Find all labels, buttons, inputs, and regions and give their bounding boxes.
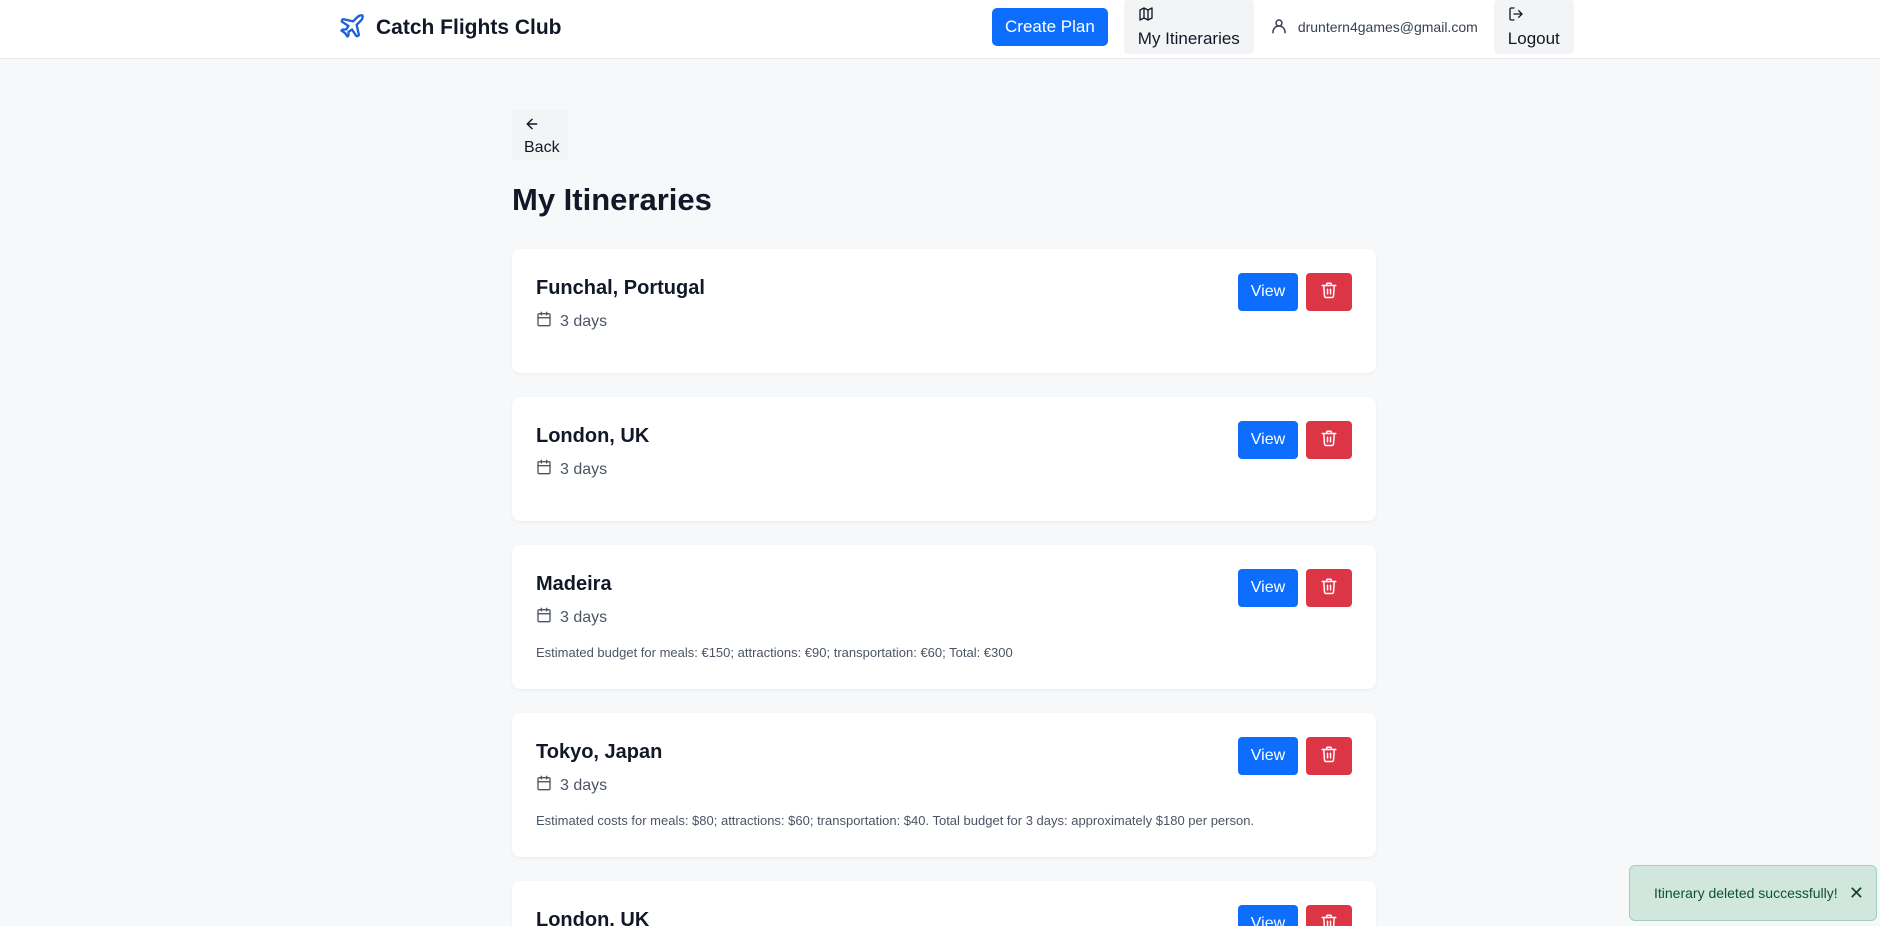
itinerary-title: London, UK [536, 425, 650, 447]
logout-button[interactable]: Logout [1493, 0, 1574, 54]
arrow-left-icon [524, 116, 540, 139]
logout-icon [1508, 6, 1524, 29]
user-icon [1270, 17, 1288, 38]
itinerary-card: London, UK View [512, 881, 1376, 926]
itinerary-card: Funchal, Portugal 3 days View [512, 249, 1376, 373]
itinerary-duration-text: 3 days [560, 776, 608, 794]
create-plan-button[interactable]: Create Plan [992, 8, 1108, 46]
itinerary-title: Madeira [536, 573, 612, 595]
delete-button[interactable] [1306, 421, 1352, 459]
itinerary-duration: 3 days [536, 459, 607, 480]
itinerary-card: London, UK 3 days View [512, 397, 1376, 521]
calendar-icon [536, 459, 552, 480]
view-button[interactable]: View [1238, 905, 1298, 926]
itinerary-duration-text: 3 days [560, 460, 608, 478]
trash-icon [1320, 429, 1338, 452]
delete-button[interactable] [1306, 737, 1352, 775]
delete-button[interactable] [1306, 273, 1352, 311]
itinerary-title: Funchal, Portugal [536, 277, 705, 299]
view-button[interactable]: View [1238, 421, 1298, 459]
logout-label: Logout [1507, 29, 1560, 48]
page-title: My Itineraries [512, 182, 712, 217]
itinerary-duration: 3 days [536, 775, 607, 796]
itinerary-duration: 3 days [536, 607, 607, 628]
view-button[interactable]: View [1238, 569, 1298, 607]
itinerary-description: Estimated costs for meals: $80; attracti… [536, 813, 1255, 828]
toast-message: Itinerary deleted successfully! [1654, 885, 1838, 901]
delete-button[interactable] [1306, 569, 1352, 607]
itinerary-card: Tokyo, Japan 3 days Estimated costs for … [512, 713, 1376, 857]
itinerary-title: Tokyo, Japan [536, 741, 663, 763]
trash-icon [1320, 913, 1338, 926]
trash-icon [1320, 577, 1338, 600]
calendar-icon [536, 607, 552, 628]
user-info: druntern4games@gmail.com [1270, 0, 1478, 54]
itinerary-duration-text: 3 days [560, 608, 608, 626]
close-icon[interactable]: ✕ [1849, 883, 1864, 904]
nav-my-itineraries[interactable]: My Itineraries [1123, 0, 1254, 54]
trash-icon [1320, 745, 1338, 768]
user-email: druntern4games@gmail.com [1297, 19, 1478, 35]
brand-name: Catch Flights Club [376, 16, 562, 39]
back-button[interactable]: Back [512, 110, 568, 160]
map-icon [1138, 6, 1154, 29]
calendar-icon [536, 311, 552, 332]
view-button[interactable]: View [1238, 273, 1298, 311]
itinerary-description: Estimated budget for meals: €150; attrac… [536, 645, 1013, 660]
nav-actions: Create Plan My Itineraries druntern4game… [992, 0, 1574, 54]
itinerary-card: Madeira 3 days Estimated budget for meal… [512, 545, 1376, 689]
itinerary-duration-text: 3 days [560, 312, 608, 330]
success-toast: Itinerary deleted successfully! ✕ [1629, 865, 1877, 921]
itinerary-title: London, UK [536, 909, 650, 926]
delete-button[interactable] [1306, 905, 1352, 926]
brand-link[interactable]: Catch Flights Club [338, 12, 562, 44]
nav-my-itineraries-label: My Itineraries [1137, 29, 1240, 48]
itinerary-duration: 3 days [536, 311, 607, 332]
back-label: Back [524, 139, 560, 156]
top-navbar: Catch Flights Club Create Plan My Itiner… [0, 0, 1880, 59]
trash-icon [1320, 281, 1338, 304]
airplane-icon [338, 12, 366, 45]
view-button[interactable]: View [1238, 737, 1298, 775]
calendar-icon [536, 775, 552, 796]
